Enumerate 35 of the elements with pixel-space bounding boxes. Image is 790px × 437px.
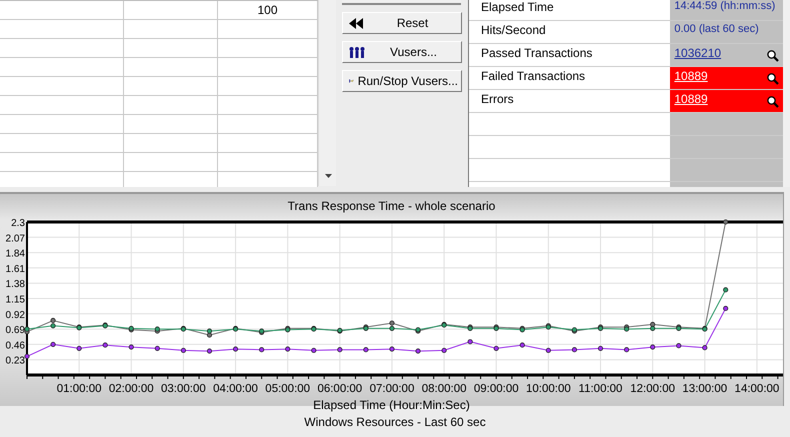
x-tick-label: 05:00:00 bbox=[265, 383, 310, 394]
x-tick-label: 06:00:00 bbox=[317, 383, 362, 394]
stat-label: Passed Transactions bbox=[481, 46, 592, 60]
stat-label: Elapsed Time bbox=[481, 0, 554, 14]
chart-title: Trans Response Time - whole scenario bbox=[288, 199, 496, 213]
y-tick-label: 2.3 bbox=[11, 218, 25, 229]
x-tick-label: 14:00:00 bbox=[734, 383, 780, 394]
stat-value: 14:44:59 (hh:mm:ss) bbox=[674, 0, 776, 12]
x-tick-label: 07:00:00 bbox=[370, 383, 414, 394]
x-tick-label: 12:00:00 bbox=[630, 383, 676, 394]
panel-title: Windows Resources - Last 60 sec bbox=[304, 414, 486, 428]
axis-title: Elapsed Time (Hour:Min:Sec) bbox=[313, 398, 470, 412]
y-tick-label: 1.15 bbox=[6, 294, 25, 306]
y-tick-label: 0.46 bbox=[6, 340, 25, 352]
x-tick-label: 09:00:00 bbox=[474, 383, 519, 394]
y-tick-label: 1.38 bbox=[6, 279, 25, 290]
x-tick-label: 13:00:00 bbox=[682, 383, 728, 394]
stat-value: 0.00 (last 60 sec) bbox=[674, 23, 759, 35]
y-tick-label: 0.92 bbox=[6, 310, 25, 321]
stat-label: Failed Transactions bbox=[481, 69, 586, 83]
y-tick-label: 2.07 bbox=[6, 233, 25, 244]
stat-label: Hits/Second bbox=[481, 23, 546, 37]
x-tick-label: 03:00:00 bbox=[161, 383, 206, 394]
x-tick-label: 02:00:00 bbox=[108, 383, 154, 394]
y-tick-label: 0.69 bbox=[6, 325, 25, 336]
x-tick-label: 08:00:00 bbox=[422, 383, 466, 394]
stat-label: Errors bbox=[481, 92, 514, 106]
y-tick-label: 0.23 bbox=[6, 356, 25, 367]
table-cell: 100 bbox=[257, 3, 278, 17]
x-tick-label: 11:00:00 bbox=[578, 383, 622, 394]
y-tick-label: 1.61 bbox=[6, 264, 25, 275]
y-tick-label: 1.84 bbox=[6, 248, 25, 260]
x-tick-label: 10:00:00 bbox=[526, 383, 571, 394]
x-tick-label: 04:00:00 bbox=[213, 383, 258, 394]
x-tick-label: 01:00:00 bbox=[56, 383, 102, 394]
